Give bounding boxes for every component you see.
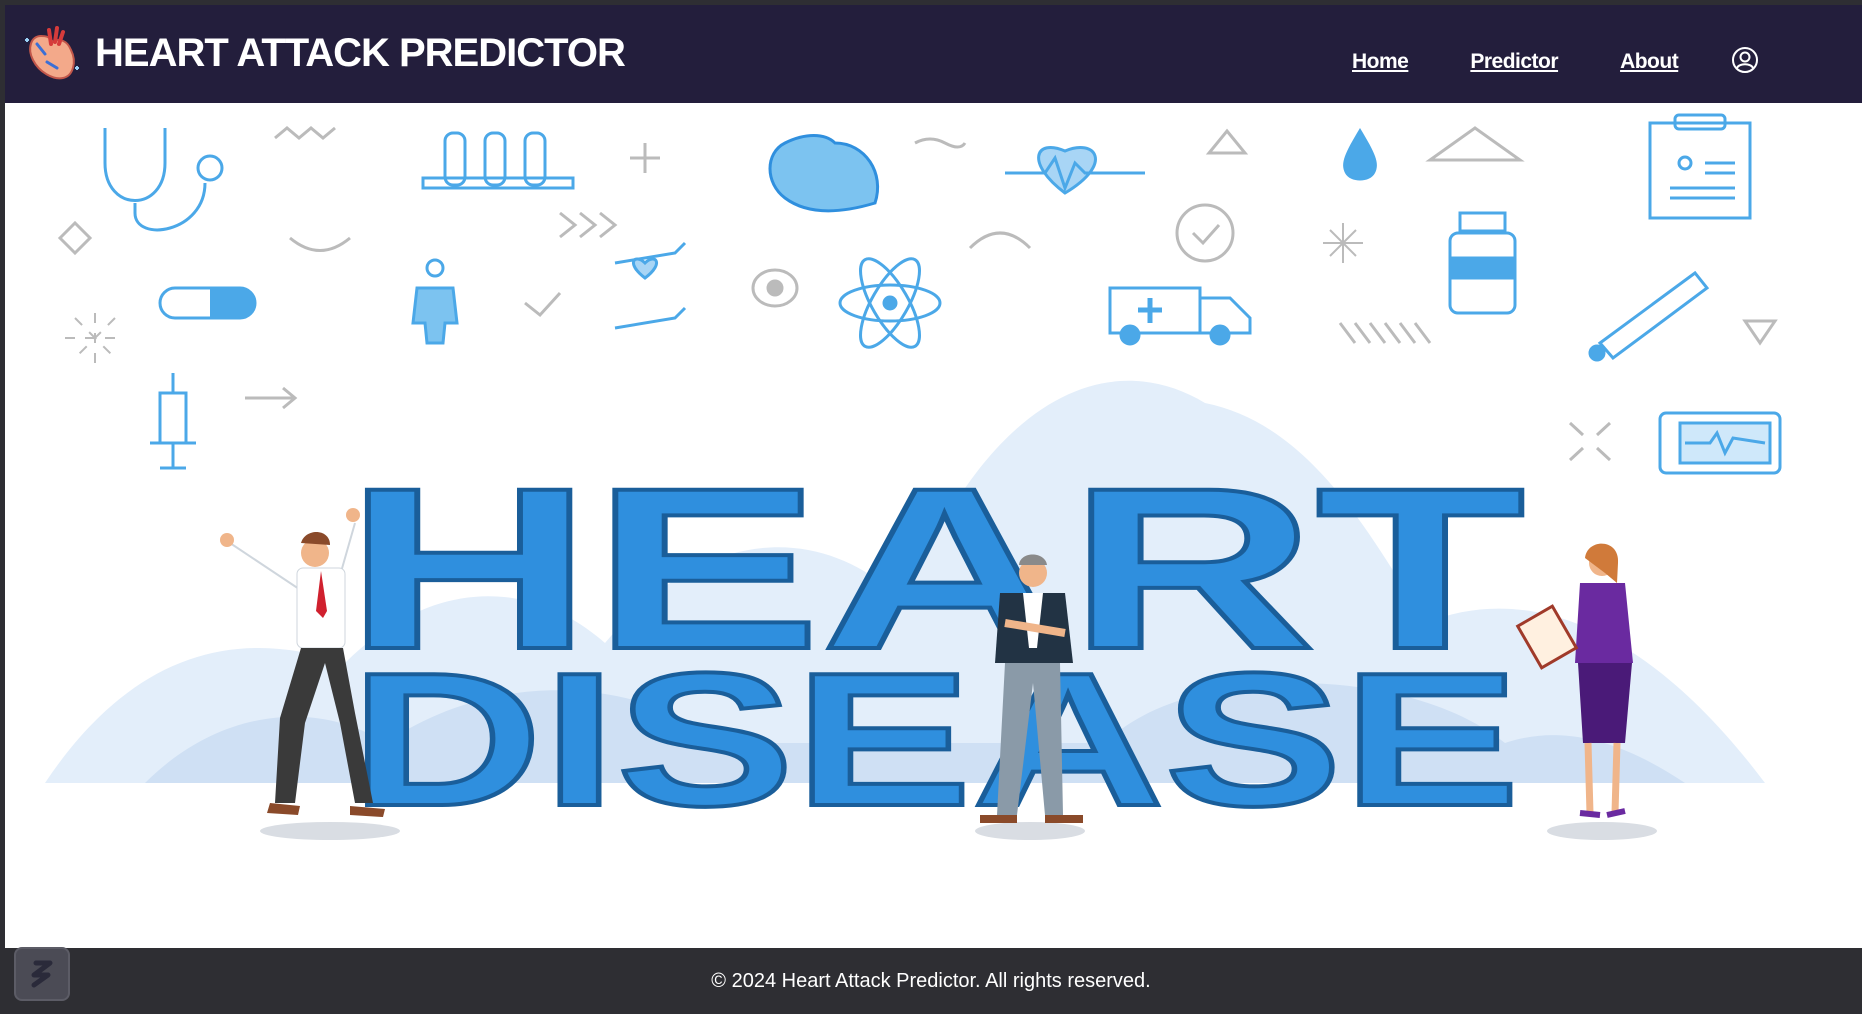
main-nav: Home Predictor About	[1352, 47, 1758, 74]
ambulance-icon	[1108, 286, 1252, 346]
check-icon	[524, 291, 562, 318]
monitor-icon	[1658, 411, 1782, 475]
arc-icon	[289, 236, 351, 252]
plus-icon	[630, 143, 660, 173]
app-launcher-button[interactable]	[14, 947, 70, 1001]
hatching-icon	[1338, 322, 1432, 344]
heart-anatomy-icon	[25, 26, 79, 80]
anatomical-heart-icon	[768, 134, 880, 213]
drop-icon	[1343, 128, 1377, 181]
wave-icon	[914, 137, 967, 149]
arrow-right-icon	[245, 386, 298, 410]
thermometer-icon	[1588, 270, 1710, 362]
person-icon	[411, 258, 459, 345]
copyright-text: © 2024 Heart Attack Predictor. All right…	[711, 970, 1151, 992]
hero-line-disease: DISEASE	[350, 634, 1520, 846]
triangle-icon	[1205, 128, 1249, 155]
heartbeat-icon	[1005, 145, 1145, 195]
site-title: HEART ATTACK PREDICTOR	[95, 30, 626, 75]
footer: © 2024 Heart Attack Predictor. All right…	[0, 948, 1862, 1014]
brand[interactable]: HEART ATTACK PREDICTOR	[19, 17, 626, 89]
sparkle-icon	[1323, 223, 1363, 263]
heart-disease-illustration: HEART DISEASE	[45, 113, 1782, 848]
triangle-down-icon	[1742, 319, 1778, 346]
user-circle-icon[interactable]	[1730, 45, 1760, 75]
atom-icon	[838, 257, 942, 349]
syringe-icon	[150, 373, 196, 470]
sparkle-icon-3	[1568, 421, 1612, 462]
nav-about-link[interactable]: About	[1620, 50, 1679, 74]
arc-icon-2	[968, 231, 1032, 250]
pill-bottle-icon	[1448, 211, 1517, 315]
test-tubes-icon	[421, 131, 575, 190]
stethoscope-icon	[103, 128, 224, 232]
nav-home-link[interactable]: Home	[1352, 50, 1409, 74]
clipboard-icon	[1648, 113, 1752, 220]
eye-icon	[751, 268, 799, 308]
pyramid-icon	[1425, 126, 1525, 162]
chevrons-icon	[559, 211, 618, 239]
app-launcher-icon	[31, 960, 53, 988]
zigzag-icon	[274, 126, 336, 140]
capsule-icon	[158, 286, 257, 320]
caring-hands-icon	[614, 241, 687, 330]
top-navbar: HEART ATTACK PREDICTOR Home Predictor Ab…	[5, 5, 1862, 103]
check-circle-icon	[1175, 203, 1235, 263]
nav-predictor-link[interactable]: Predictor	[1470, 50, 1558, 74]
diamond-icon	[57, 220, 93, 256]
sparkle-icon-2	[65, 313, 125, 363]
hero-banner: HEART DISEASE	[5, 103, 1862, 948]
